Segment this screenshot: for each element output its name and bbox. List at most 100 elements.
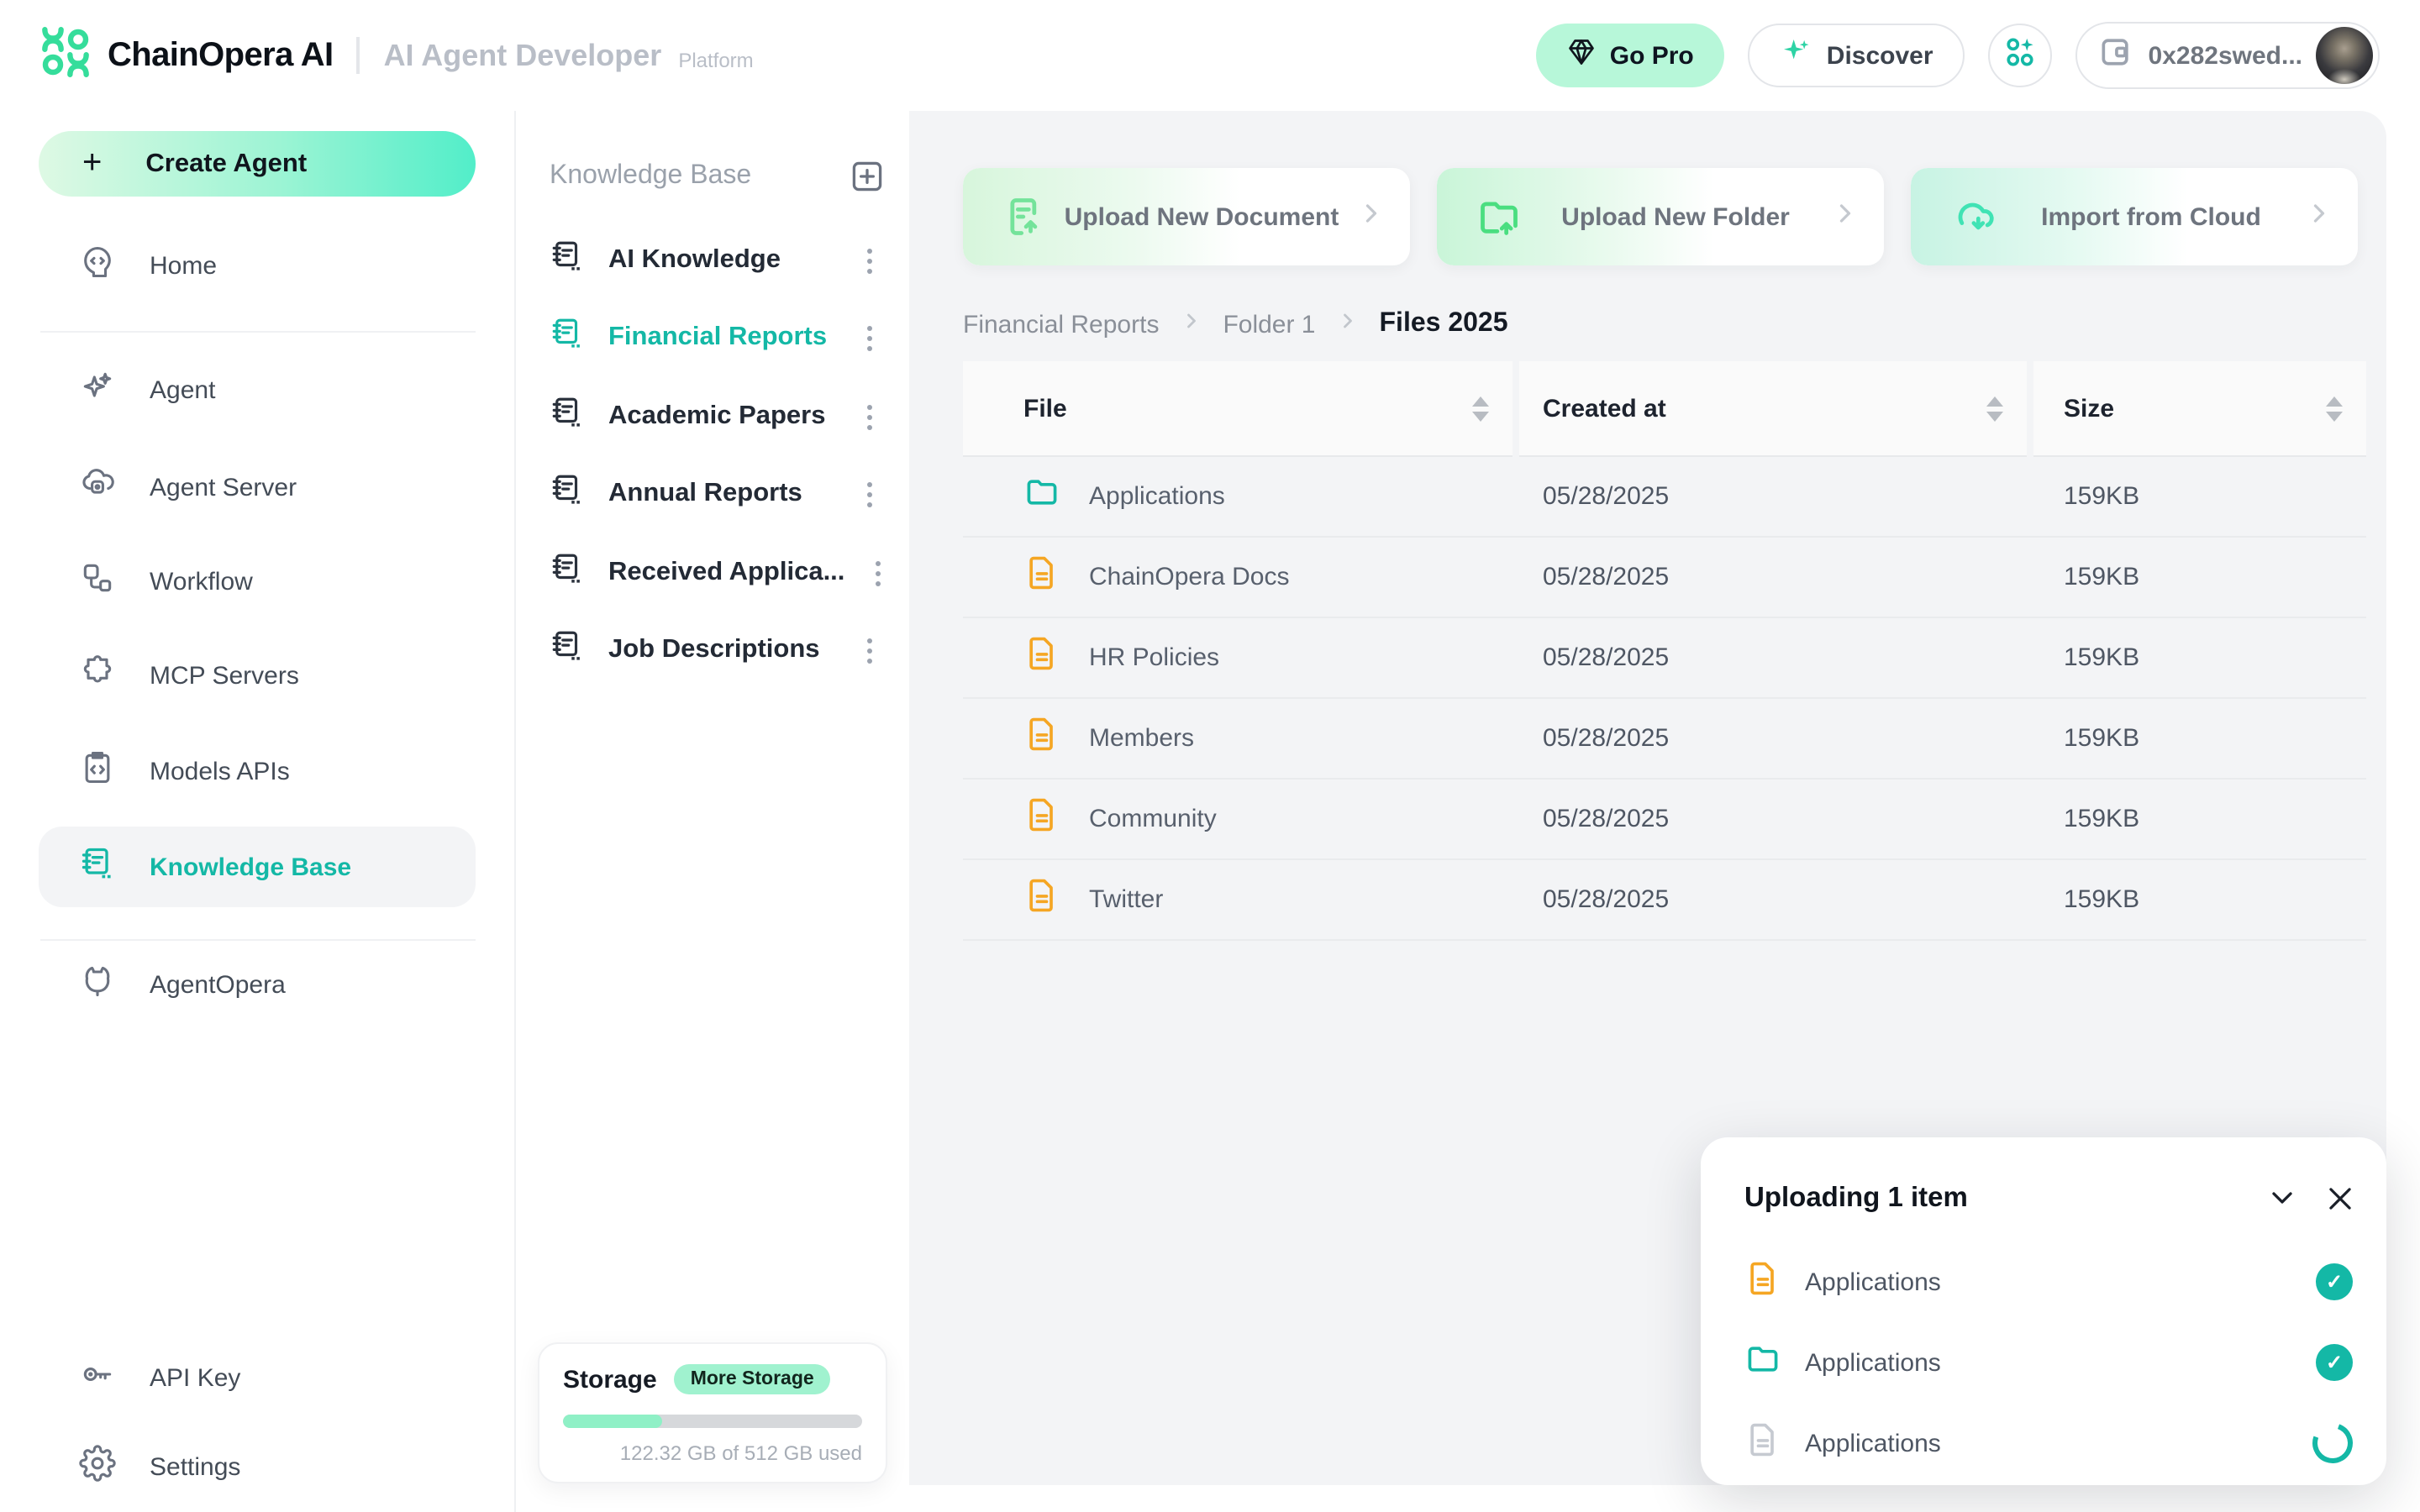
chevron-down-icon[interactable] bbox=[2262, 1178, 2302, 1218]
column-header-label: File bbox=[1023, 394, 1067, 423]
action-card-label: Upload New Document bbox=[1047, 202, 1356, 231]
key-icon bbox=[79, 1355, 116, 1400]
models-api-icon bbox=[79, 748, 116, 794]
folder-icon bbox=[1023, 474, 1060, 519]
wallet-button[interactable]: 0x282swed... bbox=[2076, 22, 2380, 89]
breadcrumb-files-2025: Files 2025 bbox=[1380, 309, 1508, 339]
column-header-file[interactable]: File bbox=[963, 361, 1512, 457]
table-row-twitter[interactable]: Twitter 05/28/2025 159KB bbox=[963, 860, 2366, 941]
top-bar: ChainOpera AI AI Agent Developer Platfor… bbox=[0, 0, 2420, 111]
table-row-hr-policies[interactable]: HR Policies 05/28/2025 159KB bbox=[963, 618, 2366, 699]
file-name: Applications bbox=[1089, 482, 1225, 511]
upload-item-row[interactable]: Applications ✓ bbox=[1744, 1248, 2353, 1315]
notebook-icon bbox=[550, 472, 585, 516]
document-icon bbox=[1023, 554, 1060, 600]
upload-done-check-icon: ✓ bbox=[2316, 1344, 2353, 1381]
file-created-at: 05/28/2025 bbox=[1543, 860, 1669, 939]
table-row-community[interactable]: Community 05/28/2025 159KB bbox=[963, 780, 2366, 860]
file-created-at: 05/28/2025 bbox=[1543, 538, 1669, 617]
upload-item-name: Applications bbox=[1805, 1429, 1941, 1457]
kebab-menu-icon[interactable] bbox=[860, 318, 879, 357]
kebab-menu-icon[interactable] bbox=[868, 554, 886, 592]
go-pro-button[interactable]: Go Pro bbox=[1536, 24, 1724, 87]
kb-panel-title: Knowledge Base bbox=[550, 161, 751, 192]
breadcrumb-folder-1[interactable]: Folder 1 bbox=[1223, 310, 1315, 339]
add-knowledge-base-button[interactable] bbox=[849, 158, 886, 195]
knowledge-base-icon bbox=[79, 844, 116, 890]
storage-progress-track bbox=[563, 1415, 862, 1428]
kebab-menu-icon[interactable] bbox=[860, 241, 879, 280]
file-name: Members bbox=[1089, 724, 1194, 753]
close-icon[interactable] bbox=[2319, 1178, 2360, 1218]
user-avatar[interactable] bbox=[2316, 27, 2373, 84]
file-name: ChainOpera Docs bbox=[1089, 563, 1289, 591]
file-size: 159KB bbox=[2064, 860, 2139, 939]
sidebar-item-models-apis[interactable]: Models APIs bbox=[39, 734, 476, 808]
file-size: 159KB bbox=[2064, 618, 2139, 697]
kb-item-label: Financial Reports bbox=[608, 323, 827, 353]
sidebar-item-label: MCP Servers bbox=[150, 661, 299, 690]
brand[interactable]: ChainOpera AI AI Agent Developer Platfor… bbox=[0, 26, 754, 85]
chevron-right-icon bbox=[1336, 308, 1360, 340]
column-header-size[interactable]: Size bbox=[2033, 361, 2366, 457]
sidebar-item-settings[interactable]: Settings bbox=[39, 1430, 476, 1504]
sidebar-item-workflow[interactable]: Workflow bbox=[39, 544, 476, 618]
sidebar-item-agentopera[interactable]: AgentOpera bbox=[39, 948, 476, 1021]
sidebar-divider bbox=[40, 331, 476, 333]
upload-done-check-icon: ✓ bbox=[2316, 1263, 2353, 1300]
create-agent-button[interactable]: + Create Agent bbox=[39, 131, 476, 197]
kb-item-financial-reports[interactable]: Financial Reports bbox=[533, 304, 892, 371]
kb-item-ai-knowledge[interactable]: AI Knowledge bbox=[533, 227, 892, 294]
table-row-members[interactable]: Members 05/28/2025 159KB bbox=[963, 699, 2366, 780]
storage-label: Storage bbox=[563, 1365, 657, 1394]
chevron-right-icon bbox=[1356, 197, 1386, 236]
sort-icon[interactable] bbox=[1472, 396, 1489, 421]
kb-item-received-applications[interactable]: Received Applica... bbox=[533, 539, 892, 606]
upload-item-name: Applications bbox=[1805, 1268, 1941, 1296]
upload-new-document-card[interactable]: Upload New Document bbox=[963, 168, 1410, 265]
app-window: ChainOpera AI AI Agent Developer Platfor… bbox=[0, 0, 2420, 1512]
kb-item-annual-reports[interactable]: Annual Reports bbox=[533, 460, 892, 528]
action-card-label: Upload New Folder bbox=[1521, 202, 1830, 231]
upload-item-row[interactable]: Applications bbox=[1744, 1410, 2353, 1477]
kb-item-job-descriptions[interactable]: Job Descriptions bbox=[533, 617, 892, 684]
kebab-menu-icon[interactable] bbox=[860, 397, 879, 436]
kb-item-label: Annual Reports bbox=[608, 479, 802, 509]
kb-item-academic-papers[interactable]: Academic Papers bbox=[533, 383, 892, 450]
cloud-import-icon bbox=[1951, 195, 1998, 239]
upload-new-folder-card[interactable]: Upload New Folder bbox=[1437, 168, 1884, 265]
sidebar-item-agent-server[interactable]: Agent Server bbox=[39, 450, 476, 524]
upload-item-row[interactable]: Applications ✓ bbox=[1744, 1329, 2353, 1396]
document-icon bbox=[1744, 1259, 1781, 1305]
diamond-icon bbox=[1566, 37, 1597, 74]
sidebar-item-mcp-servers[interactable]: MCP Servers bbox=[39, 638, 476, 712]
sort-icon[interactable] bbox=[2326, 396, 2343, 421]
chevron-right-icon bbox=[2304, 197, 2334, 236]
apps-grid-icon bbox=[2002, 33, 2039, 78]
kebab-menu-icon[interactable] bbox=[860, 475, 879, 513]
discover-button[interactable]: Discover bbox=[1748, 24, 1965, 87]
breadcrumb-financial-reports[interactable]: Financial Reports bbox=[963, 310, 1159, 339]
upload-panel-title: Uploading 1 item bbox=[1744, 1182, 1968, 1214]
kebab-menu-icon[interactable] bbox=[860, 631, 879, 669]
sort-icon[interactable] bbox=[1986, 396, 2003, 421]
table-row-applications[interactable]: Applications 05/28/2025 159KB bbox=[963, 457, 2366, 538]
import-from-cloud-card[interactable]: Import from Cloud bbox=[1911, 168, 2358, 265]
sidebar-item-api-key[interactable]: API Key bbox=[39, 1341, 476, 1415]
table-row-chainopera-docs[interactable]: ChainOpera Docs 05/28/2025 159KB bbox=[963, 538, 2366, 618]
storage-card: Storage More Storage 122.32 GB of 512 GB… bbox=[538, 1342, 887, 1483]
sidebar-item-label: Models APIs bbox=[150, 757, 290, 785]
go-pro-label: Go Pro bbox=[1610, 41, 1694, 70]
sidebar-item-knowledge-base[interactable]: Knowledge Base bbox=[39, 827, 476, 907]
column-header-created-at[interactable]: Created at bbox=[1519, 361, 2027, 457]
sidebar-item-label: API Key bbox=[150, 1363, 240, 1392]
apps-menu-button[interactable] bbox=[1989, 24, 2053, 87]
file-size: 159KB bbox=[2064, 538, 2139, 617]
sidebar-item-label: AgentOpera bbox=[150, 970, 286, 999]
sidebar-item-agent[interactable]: Agent bbox=[39, 353, 476, 427]
sidebar-item-label: Agent bbox=[150, 375, 215, 404]
chainopera-logo-icon bbox=[40, 26, 91, 85]
file-created-at: 05/28/2025 bbox=[1543, 780, 1669, 858]
sidebar-item-home[interactable]: Home bbox=[39, 228, 476, 302]
more-storage-badge[interactable]: More Storage bbox=[674, 1364, 831, 1394]
